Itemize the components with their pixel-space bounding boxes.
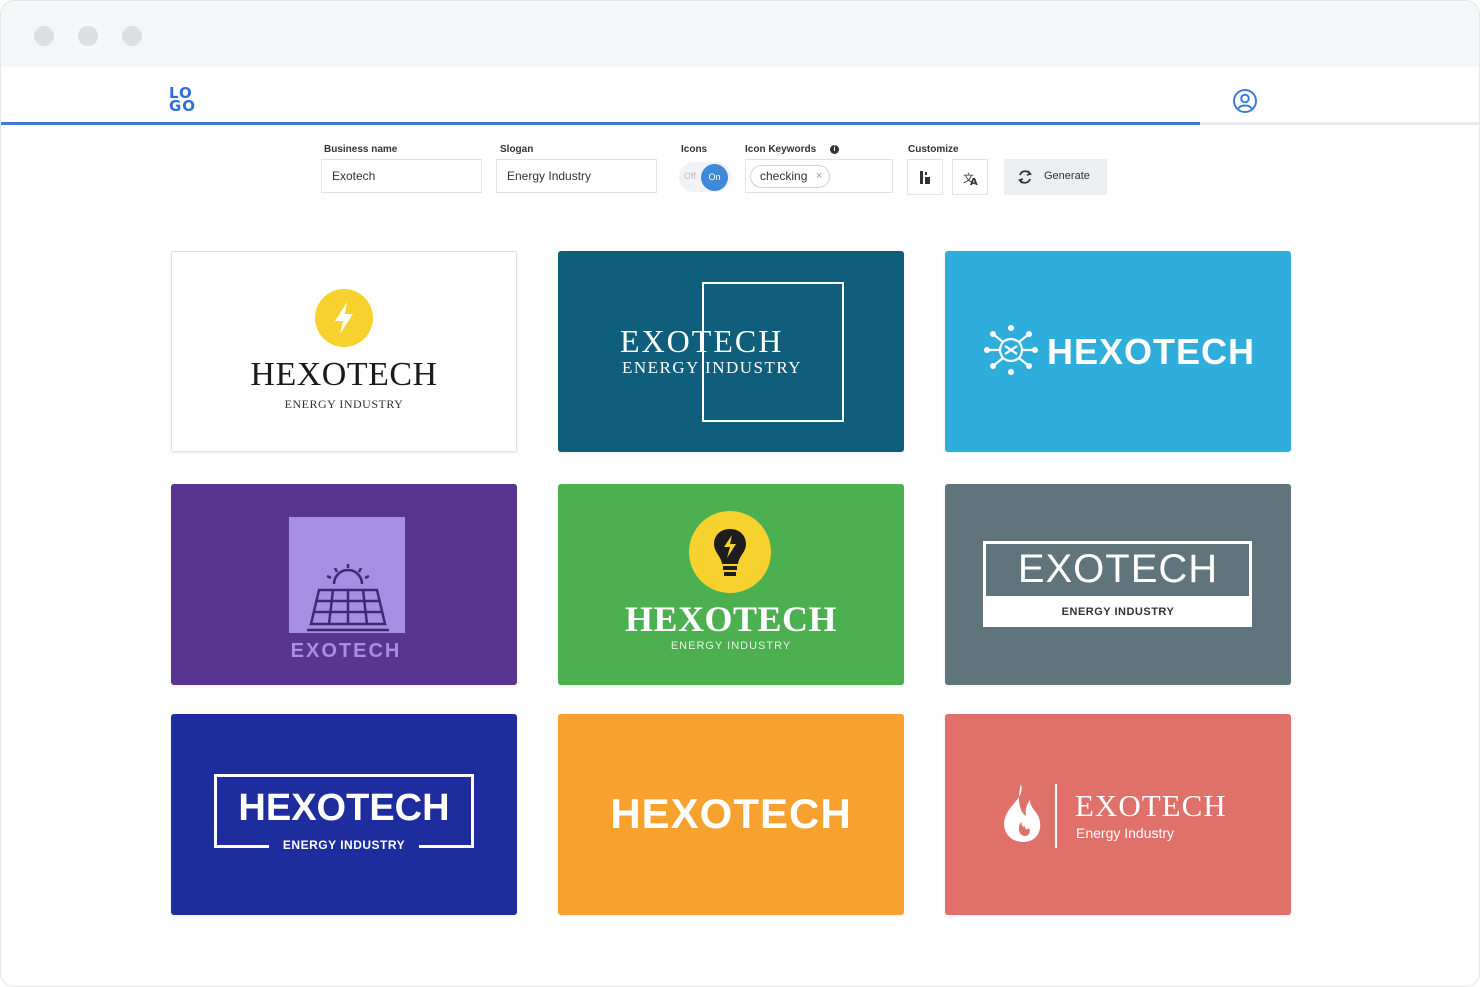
business-name-label: Business name	[324, 144, 398, 155]
icons-label: Icons	[681, 144, 708, 155]
toggle-off-label: Off	[684, 171, 696, 181]
slogan-input[interactable]	[496, 159, 657, 193]
keyword-chip-label: checking	[760, 169, 808, 183]
minimize-window-button[interactable]	[78, 26, 98, 46]
info-icon[interactable]: i	[830, 145, 839, 154]
logo-card-7[interactable]: HEXOTECH ENERGY INDUSTRY	[171, 714, 517, 915]
logo-card-2[interactable]: EXOTECH ENERGY INDUSTRY	[558, 251, 904, 452]
window-titlebar	[1, 1, 1479, 67]
close-window-button[interactable]	[34, 26, 54, 46]
logo-card-7-tagline: ENERGY INDUSTRY	[282, 838, 406, 852]
icons-toggle[interactable]: Off On	[679, 162, 731, 192]
user-account-icon[interactable]	[1232, 88, 1258, 114]
svg-text:A: A	[970, 177, 978, 188]
refresh-icon	[1018, 170, 1032, 184]
logo-card-3-name: HEXOTECH	[1047, 331, 1256, 372]
logo-text-bottom: GO	[169, 97, 197, 115]
logo-card-1-name: HEXOTECH	[250, 356, 438, 393]
logo-card-6-tagline: ENERGY INDUSTRY	[1061, 606, 1175, 618]
lightning-icon	[315, 289, 373, 347]
logo-card-5[interactable]: HEXOTECH ENERGY INDUSTRY	[558, 484, 904, 685]
slogan-label: Slogan	[500, 144, 534, 155]
logo-card-9-name: EXOTECH	[1075, 788, 1227, 823]
lightbulb-icon	[689, 511, 771, 593]
maximize-window-button[interactable]	[122, 26, 142, 46]
logo-card-6[interactable]: EXOTECH ENERGY INDUSTRY	[945, 484, 1291, 685]
logo-card-2-tagline: ENERGY INDUSTRY	[622, 358, 803, 377]
app-logo[interactable]: LO GO	[169, 86, 203, 117]
logo-card-5-tagline: ENERGY INDUSTRY	[670, 640, 792, 652]
logo-card-3[interactable]: HEXOTECH	[945, 251, 1291, 452]
progress-bar	[1, 122, 1200, 125]
icon-keywords-label: Icon Keywords	[745, 144, 817, 155]
flame-icon	[1004, 784, 1041, 842]
header-divider	[1, 122, 1479, 125]
logo-card-1-bg	[172, 252, 516, 451]
icon-keywords-input[interactable]: checking ×	[745, 159, 893, 193]
logo-card-9-tagline: Energy Industry	[1076, 825, 1175, 841]
translate-icon: 文 A	[963, 171, 978, 188]
customize-label: Customize	[908, 144, 959, 155]
logo-card-1[interactable]: HEXOTECH ENERGY INDUSTRY	[171, 251, 517, 452]
customize-font-button[interactable]: 文 A	[952, 159, 988, 195]
solar-panel-icon	[307, 564, 389, 632]
toggle-knob: On	[701, 164, 728, 191]
logo-card-5-name: HEXOTECH	[624, 599, 838, 639]
remove-chip-icon[interactable]: ×	[816, 166, 822, 187]
logo-card-2-name: EXOTECH	[620, 323, 784, 359]
logo-card-9-divider	[1055, 784, 1057, 848]
generate-label: Generate	[1044, 170, 1090, 182]
logo-card-9[interactable]: EXOTECH Energy Industry	[945, 714, 1291, 915]
app-header	[1, 67, 1479, 125]
logo-card-4-name: EXOTECH	[290, 640, 402, 662]
circuit-icon	[984, 325, 1038, 375]
logo-card-4[interactable]: EXOTECH	[171, 484, 517, 685]
logo-card-7-name: HEXOTECH	[238, 787, 450, 829]
generate-button[interactable]: Generate	[1004, 159, 1107, 195]
logo-card-1-tagline: ENERGY INDUSTRY	[284, 397, 404, 411]
browser-window: LO GO Business name Slogan Icons Off On …	[0, 0, 1480, 987]
logo-card-8-name: HEXOTECH	[610, 790, 852, 837]
business-name-input[interactable]	[321, 159, 482, 193]
layout-icon	[920, 171, 930, 184]
customize-layout-button[interactable]	[907, 159, 943, 195]
logo-card-6-name: EXOTECH	[1017, 547, 1219, 591]
logo-card-8[interactable]: HEXOTECH	[558, 714, 904, 915]
keyword-chip: checking ×	[750, 165, 831, 188]
